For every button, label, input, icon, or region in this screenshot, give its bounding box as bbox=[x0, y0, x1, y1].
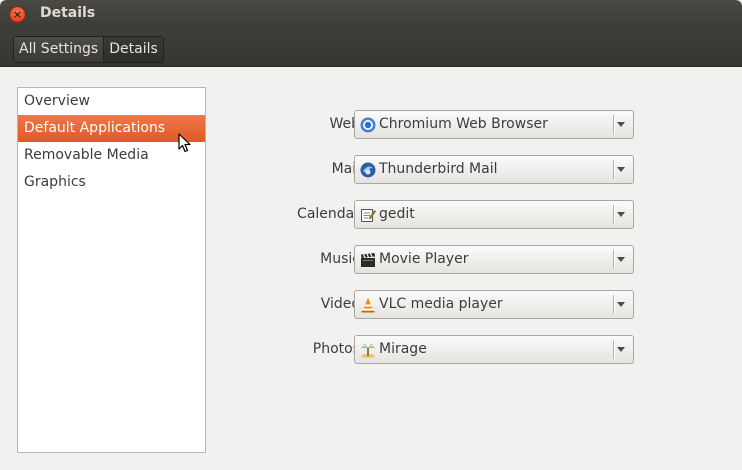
toolbar: All Settings Details bbox=[0, 29, 742, 67]
default-app-row-calendar: Calendar gedit bbox=[220, 200, 640, 229]
thunderbird-icon bbox=[360, 162, 376, 178]
dropdown-arrow-icon bbox=[617, 302, 625, 307]
sidebar: Overview Default Applications Removable … bbox=[17, 87, 206, 453]
combo-separator bbox=[613, 295, 614, 314]
combo-separator bbox=[613, 160, 614, 179]
sidebar-item-removable-media[interactable]: Removable Media bbox=[18, 142, 205, 169]
mail-app-value: Thunderbird Mail bbox=[379, 161, 498, 177]
gedit-icon bbox=[361, 209, 376, 222]
dropdown-arrow-icon bbox=[617, 122, 625, 127]
default-app-row-video: Video VLC media player bbox=[220, 290, 640, 319]
combo-separator bbox=[613, 250, 614, 269]
close-icon: × bbox=[12, 8, 23, 21]
mouse-pointer-icon bbox=[178, 133, 191, 153]
default-app-row-photos: Photos Mirage bbox=[220, 335, 640, 364]
breadcrumb-all-settings[interactable]: All Settings bbox=[14, 37, 104, 62]
movie-player-icon bbox=[361, 253, 375, 267]
close-button[interactable]: × bbox=[9, 6, 26, 23]
mirage-icon bbox=[361, 343, 375, 358]
dropdown-arrow-icon bbox=[617, 257, 625, 262]
vlc-icon bbox=[361, 297, 375, 313]
photos-app-value: Mirage bbox=[379, 341, 427, 357]
web-app-combobox[interactable]: Chromium Web Browser bbox=[354, 110, 634, 139]
default-app-label-calendar: Calendar bbox=[297, 206, 360, 222]
chromium-icon bbox=[360, 117, 376, 133]
music-app-value: Movie Player bbox=[379, 251, 469, 267]
combo-separator bbox=[613, 340, 614, 359]
default-app-label-photos: Photos bbox=[312, 341, 360, 357]
sidebar-item-default-applications[interactable]: Default Applications bbox=[18, 115, 205, 142]
music-app-combobox[interactable]: Movie Player bbox=[354, 245, 634, 274]
details-window: × Details All Settings Details Overview … bbox=[0, 0, 742, 470]
video-app-value: VLC media player bbox=[379, 296, 503, 312]
default-app-row-web: Web Chromium Web Browser bbox=[220, 110, 640, 139]
sidebar-item-overview[interactable]: Overview bbox=[18, 88, 205, 115]
default-app-row-mail: Mail Thunderbird Mail bbox=[220, 155, 640, 184]
breadcrumb-details[interactable]: Details bbox=[103, 37, 163, 62]
default-app-row-music: Music Movie Player bbox=[220, 245, 640, 274]
calendar-app-value: gedit bbox=[379, 206, 415, 222]
combo-separator bbox=[613, 205, 614, 224]
mail-app-combobox[interactable]: Thunderbird Mail bbox=[354, 155, 634, 184]
dropdown-arrow-icon bbox=[617, 167, 625, 172]
web-app-value: Chromium Web Browser bbox=[379, 116, 548, 132]
photos-app-combobox[interactable]: Mirage bbox=[354, 335, 634, 364]
window-title: Details bbox=[40, 5, 96, 21]
dropdown-arrow-icon bbox=[617, 212, 625, 217]
video-app-combobox[interactable]: VLC media player bbox=[354, 290, 634, 319]
dropdown-arrow-icon bbox=[617, 347, 625, 352]
sidebar-item-graphics[interactable]: Graphics bbox=[18, 169, 205, 196]
breadcrumb: All Settings Details bbox=[13, 36, 164, 63]
combo-separator bbox=[613, 115, 614, 134]
calendar-app-combobox[interactable]: gedit bbox=[354, 200, 634, 229]
titlebar: × Details bbox=[0, 0, 742, 29]
